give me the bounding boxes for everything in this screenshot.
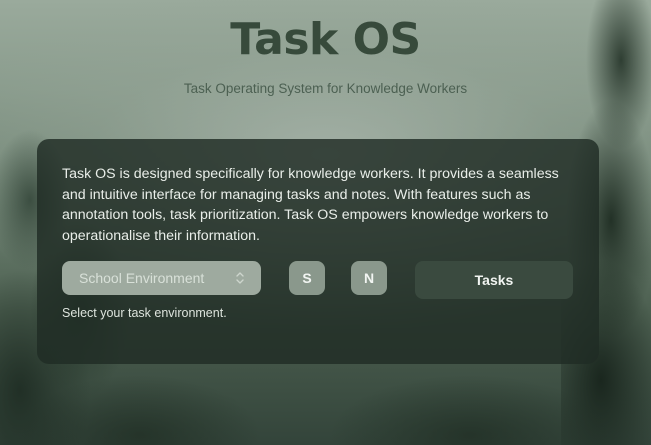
task-environment-helper-text: Select your task environment. [62,306,227,320]
app-subtitle: Task Operating System for Knowledge Work… [183,81,468,96]
background-trees-bottom [0,355,651,445]
tasks-button[interactable]: Tasks [415,261,573,299]
task-environment-value: School Environment [79,270,205,286]
intro-panel: Task OS is designed specifically for kno… [37,139,599,364]
task-environment-select[interactable]: School Environment [62,261,261,295]
s-button[interactable]: S [289,261,325,295]
app-title: Task OS [230,14,421,65]
n-button[interactable]: N [351,261,387,295]
app-description: Task OS is designed specifically for kno… [62,166,559,244]
chevron-up-down-icon [236,272,244,284]
